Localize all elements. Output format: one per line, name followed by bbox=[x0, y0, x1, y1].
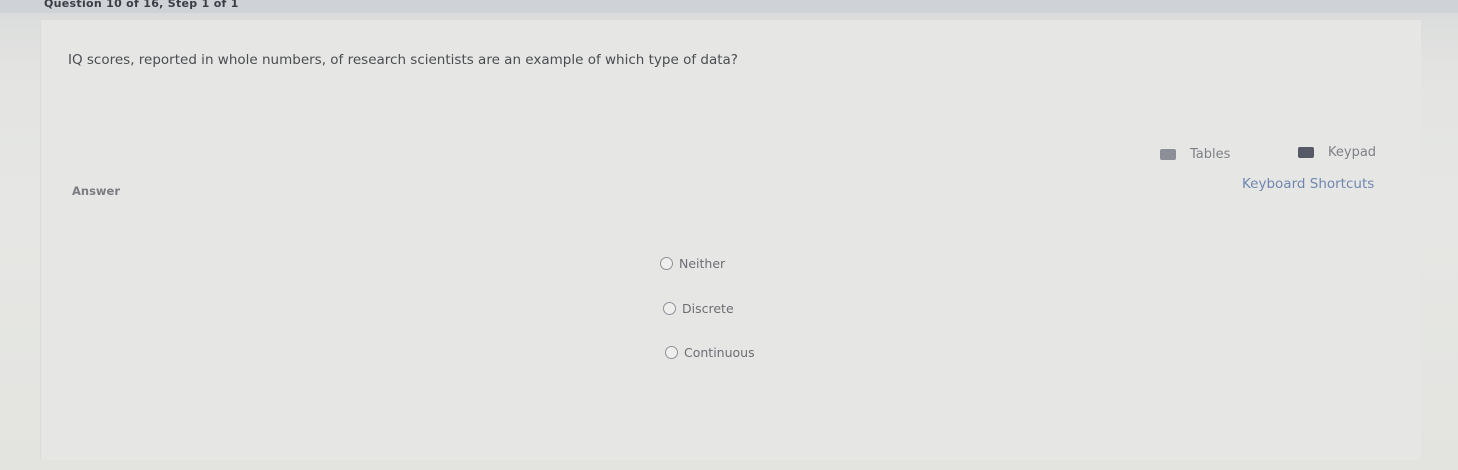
answer-option-continuous[interactable]: Continuous bbox=[665, 345, 755, 360]
tables-label: Tables bbox=[1190, 147, 1231, 162]
keypad-label: Keypad bbox=[1328, 145, 1377, 160]
radio-icon[interactable] bbox=[660, 257, 673, 270]
question-text: IQ scores, reported in whole numbers, of… bbox=[68, 52, 738, 68]
answer-option-discrete[interactable]: Discrete bbox=[663, 301, 734, 316]
page-header: Question 10 of 16, Step 1 of 1 bbox=[0, 0, 1458, 13]
answer-option-neither[interactable]: Neither bbox=[660, 256, 725, 271]
answer-option-label: Continuous bbox=[684, 345, 755, 360]
question-counter: Question 10 of 16, Step 1 of 1 bbox=[44, 0, 239, 10]
keyboard-shortcuts-link[interactable]: Keyboard Shortcuts bbox=[1242, 176, 1374, 192]
radio-icon[interactable] bbox=[663, 302, 676, 315]
tables-icon bbox=[1160, 149, 1176, 160]
keypad-button[interactable]: Keypad bbox=[1298, 145, 1376, 160]
answer-option-label: Discrete bbox=[682, 301, 734, 316]
keypad-icon bbox=[1298, 147, 1314, 158]
radio-icon[interactable] bbox=[665, 346, 678, 359]
tables-button[interactable]: Tables bbox=[1160, 147, 1230, 162]
question-panel bbox=[40, 20, 1421, 460]
answer-option-label: Neither bbox=[679, 256, 726, 271]
answer-label: Answer bbox=[72, 184, 121, 198]
